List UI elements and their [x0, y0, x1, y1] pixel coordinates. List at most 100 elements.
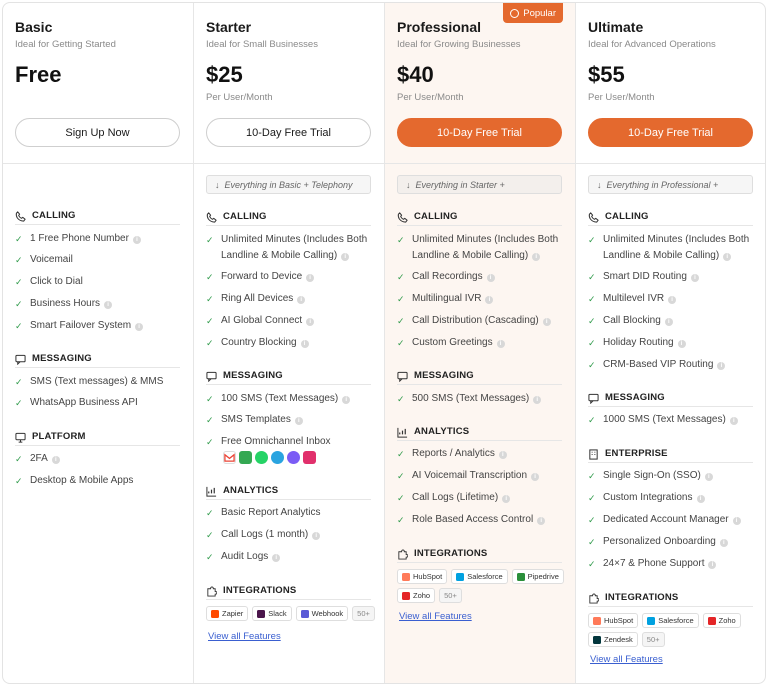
view-all-features-link[interactable]: View all Features: [399, 611, 472, 622]
puzzle-icon: [206, 585, 217, 597]
integration-chip: HubSpot: [588, 613, 639, 628]
info-icon[interactable]: i: [664, 318, 673, 326]
puzzle-icon: [588, 592, 599, 604]
info-icon[interactable]: i: [696, 495, 705, 503]
info-icon[interactable]: i: [51, 456, 60, 464]
info-icon[interactable]: i: [300, 340, 309, 348]
view-all-features-link[interactable]: View all Features: [590, 654, 663, 665]
view-all-features-link[interactable]: View all Features: [208, 631, 281, 642]
feature-item: ✓ 2FA i: [15, 451, 185, 467]
zapier-icon: [211, 609, 219, 618]
info-icon[interactable]: i: [306, 318, 315, 326]
info-icon[interactable]: i: [486, 274, 495, 282]
info-icon[interactable]: i: [732, 517, 741, 525]
plan-name: Starter: [206, 19, 252, 35]
sign-up-button[interactable]: Sign Up Now: [15, 118, 180, 147]
feature-item: ✓ Ring All Devices i: [206, 291, 376, 307]
feature-item: ✓ Call Logs (1 month) i: [206, 527, 376, 543]
info-icon[interactable]: i: [690, 274, 699, 282]
salesforce-icon: [456, 572, 465, 581]
info-icon[interactable]: i: [104, 301, 113, 309]
feature-item: ✓ Multilevel IVR i: [588, 291, 758, 307]
section-integrations: INTEGRATIONS: [206, 582, 371, 600]
inherit-note: ↓ Everything in Starter +: [397, 175, 562, 194]
check-icon: ✓: [15, 476, 23, 486]
info-icon[interactable]: i: [717, 362, 726, 370]
zoho-icon: [707, 616, 716, 625]
feature-item: ✓ 1 Free Phone Number i: [15, 231, 185, 247]
info-icon[interactable]: i: [677, 340, 686, 348]
info-icon[interactable]: i: [723, 253, 732, 261]
info-icon[interactable]: i: [485, 296, 494, 304]
info-icon[interactable]: i: [729, 417, 738, 425]
info-icon[interactable]: i: [531, 473, 540, 481]
section-messaging: MESSAGING: [15, 350, 180, 368]
integration-more: 50+: [439, 588, 462, 603]
chart-icon: [206, 486, 217, 497]
plan-header: Popular Professional Ideal for Growing B…: [385, 3, 575, 164]
info-icon[interactable]: i: [496, 340, 505, 348]
info-icon[interactable]: i: [532, 253, 541, 261]
check-icon: ✓: [397, 471, 405, 481]
feature-item: ✓ Unlimited Minutes (Includes Both Landli…: [588, 234, 750, 261]
check-icon: ✓: [397, 394, 405, 404]
check-icon: ✓: [397, 235, 405, 245]
check-icon: ✓: [588, 360, 596, 370]
info-icon[interactable]: i: [719, 539, 728, 547]
badge-icon: [510, 8, 520, 18]
check-icon: ✓: [206, 338, 214, 348]
puzzle-icon: [397, 548, 408, 560]
info-icon[interactable]: i: [132, 236, 141, 244]
free-trial-button[interactable]: 10-Day Free Trial: [588, 118, 753, 147]
check-icon: ✓: [206, 394, 214, 404]
info-icon[interactable]: i: [533, 396, 542, 404]
plan-unit: Per User/Month: [397, 92, 464, 103]
free-trial-button[interactable]: 10-Day Free Trial: [397, 118, 562, 147]
info-icon[interactable]: i: [272, 554, 281, 562]
section-calling: CALLING: [15, 207, 180, 225]
feature-item: ✓ Forward to Device i: [206, 269, 376, 285]
hubspot-icon: [593, 616, 601, 625]
info-icon[interactable]: i: [341, 253, 350, 261]
integration-chip: Zoho: [702, 613, 741, 628]
section-calling: CALLING: [397, 208, 562, 226]
info-icon[interactable]: i: [704, 473, 713, 481]
check-icon: ✓: [206, 415, 214, 425]
info-icon[interactable]: i: [312, 532, 321, 540]
info-icon[interactable]: i: [708, 561, 717, 569]
feature-item: ✓ Business Hours i: [15, 296, 185, 312]
plan-header: Basic Ideal for Getting Started Free Sig…: [3, 3, 193, 164]
info-icon[interactable]: i: [294, 417, 303, 425]
feature-item: ✓ Role Based Access Control i: [397, 512, 567, 528]
feature-item: ✓ AI Voicemail Transcription i: [397, 468, 567, 484]
info-icon[interactable]: i: [542, 318, 551, 326]
zoho-icon: [402, 591, 410, 600]
info-icon[interactable]: i: [342, 396, 351, 404]
check-icon: ✓: [206, 272, 214, 282]
info-icon[interactable]: i: [498, 451, 507, 459]
info-icon[interactable]: i: [502, 495, 511, 503]
telegram-icon: [271, 451, 284, 464]
plan-professional: Popular Professional Ideal for Growing B…: [385, 3, 576, 683]
message-icon: [15, 354, 26, 365]
plan-price: $25: [206, 62, 243, 87]
integration-chip: Salesforce: [451, 569, 508, 584]
free-trial-button[interactable]: 10-Day Free Trial: [206, 118, 371, 147]
info-icon[interactable]: i: [537, 517, 546, 525]
info-icon[interactable]: i: [297, 296, 306, 304]
check-icon: ✓: [15, 299, 23, 309]
check-icon: ✓: [15, 277, 23, 287]
info-icon[interactable]: i: [135, 323, 144, 331]
check-icon: ✓: [397, 316, 405, 326]
plan-subtitle: Ideal for Advanced Operations: [588, 39, 716, 50]
zendesk-icon: [593, 635, 601, 644]
section-enterprise: ENTERPRISE: [588, 445, 753, 463]
section-integrations: INTEGRATIONS: [397, 545, 562, 563]
info-icon[interactable]: i: [668, 296, 677, 304]
integration-chip: Salesforce: [642, 613, 699, 628]
message-icon: [206, 371, 217, 382]
info-icon[interactable]: i: [306, 274, 315, 282]
pipedrive-icon: [516, 572, 525, 581]
chat-icon: [239, 451, 252, 464]
pricing-table: Basic Ideal for Getting Started Free Sig…: [2, 2, 766, 684]
